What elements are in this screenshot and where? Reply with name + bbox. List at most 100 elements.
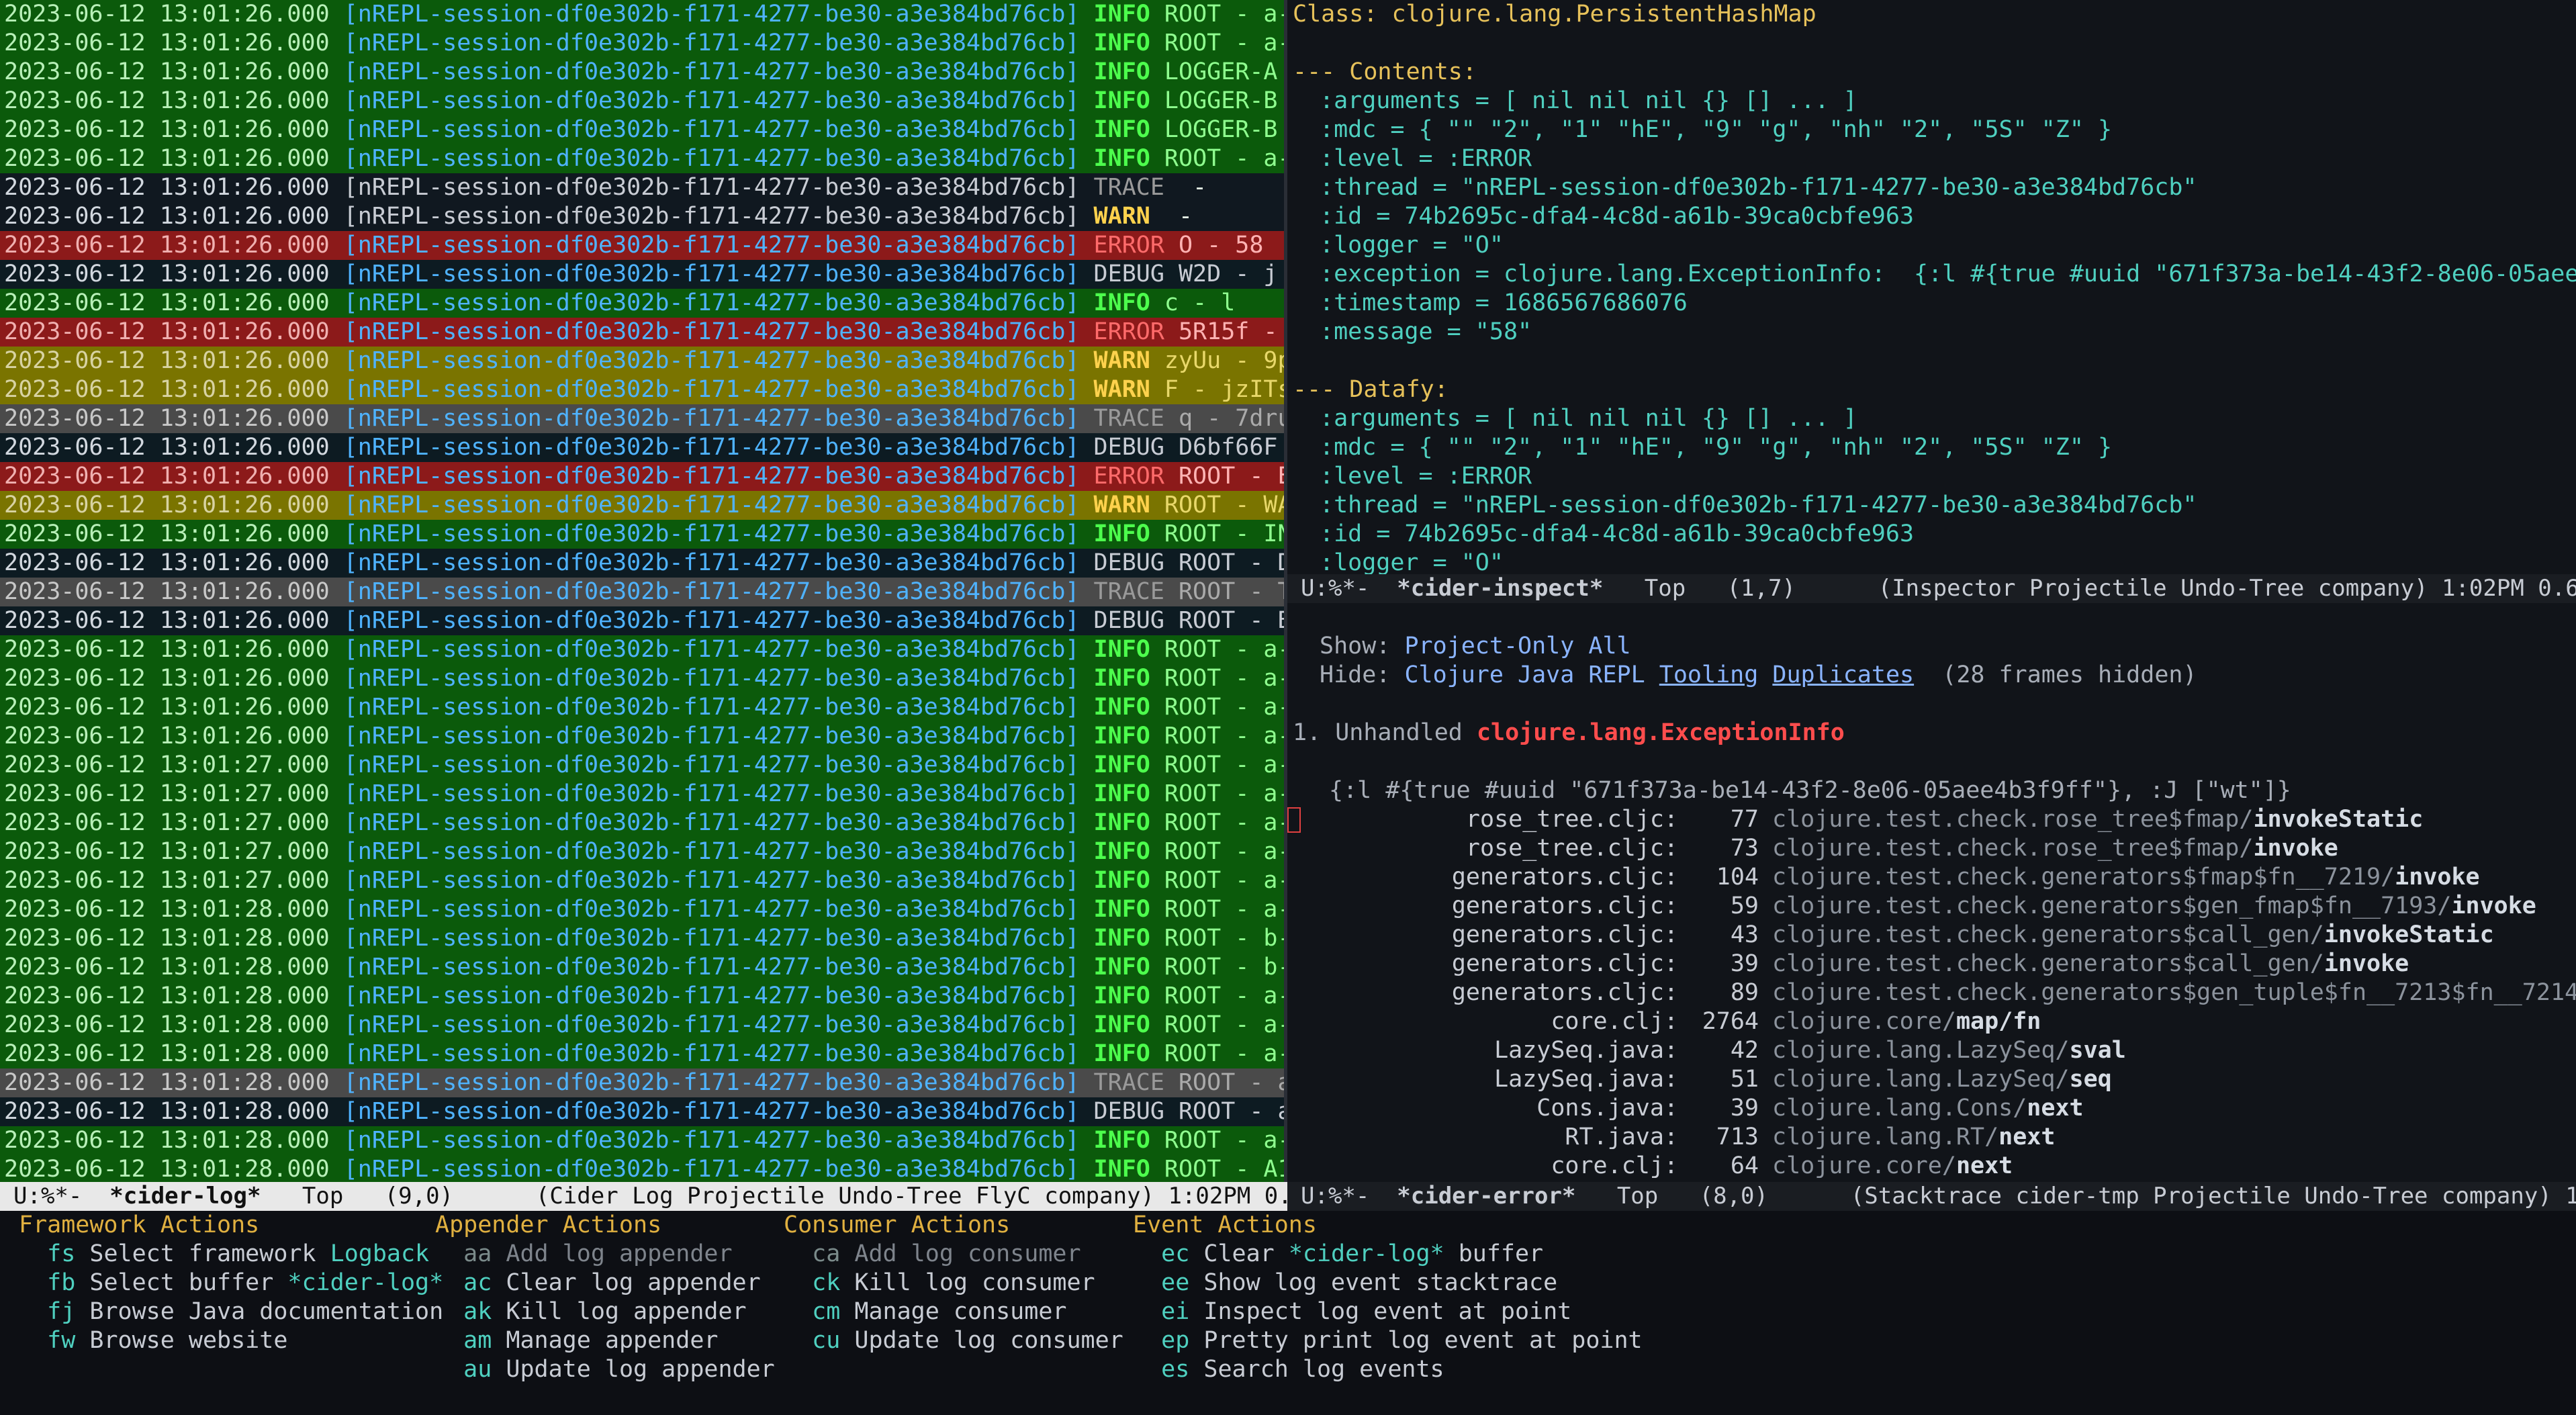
- log-row[interactable]: 2023-06-12 13:01:28.000 [nREPL-session-d…: [0, 1097, 1284, 1126]
- event-action-ei[interactable]: ei Inspect log event at point: [1133, 1297, 1643, 1326]
- log-row[interactable]: 2023-06-12 13:01:28.000 [nREPL-session-d…: [0, 982, 1284, 1011]
- contents-entry[interactable]: :id = 74b2695c-dfa4-4c8d-a61b-39ca0cbfe9…: [1287, 202, 2576, 231]
- stack-frame[interactable]: core.clj: 2764 clojure.core/map/fn: [1287, 1007, 2576, 1036]
- stack-frame[interactable]: generators.cljc: 39 clojure.test.check.gen…: [1287, 950, 2576, 978]
- datafy-entry[interactable]: :level = :ERROR: [1287, 462, 2576, 491]
- log-row[interactable]: 2023-06-12 13:01:26.000 [nREPL-session-d…: [0, 231, 1284, 260]
- stack-frame[interactable]: core.clj: 64 clojure.core/next: [1287, 1152, 2576, 1181]
- hide-tooling-button[interactable]: Tooling: [1659, 661, 1759, 688]
- stack-frame[interactable]: Cons.java: 39 clojure.lang.Cons/next: [1287, 1094, 2576, 1123]
- stack-frame[interactable]: rose_tree.cljc: 73 clojure.test.check.rose…: [1287, 834, 2576, 863]
- datafy-entry[interactable]: :mdc = { "" "2", "1" "hE", "9" "g", "nh"…: [1287, 433, 2576, 462]
- log-row[interactable]: 2023-06-12 13:01:26.000 [nREPL-session-d…: [0, 260, 1284, 289]
- appender-action-ak[interactable]: ak Kill log appender: [435, 1297, 775, 1326]
- log-row[interactable]: 2023-06-12 13:01:26.000 [nREPL-session-d…: [0, 462, 1284, 491]
- show-all-button[interactable]: All: [1588, 633, 1630, 659]
- log-row[interactable]: 2023-06-12 13:01:28.000 [nREPL-session-d…: [0, 895, 1284, 924]
- log-row[interactable]: 2023-06-12 13:01:26.000 [nREPL-session-d…: [0, 433, 1284, 462]
- log-row[interactable]: 2023-06-12 13:01:26.000 [nREPL-session-d…: [0, 144, 1284, 173]
- hide-java-button[interactable]: Java: [1518, 661, 1574, 688]
- hide-duplicates-button[interactable]: Duplicates: [1772, 661, 1914, 688]
- log-row[interactable]: 2023-06-12 13:01:26.000 [nREPL-session-d…: [0, 722, 1284, 751]
- modeline-buffer-name[interactable]: *cider-log*: [109, 1183, 261, 1209]
- contents-entry[interactable]: :logger = "O": [1287, 231, 2576, 260]
- log-row[interactable]: 2023-06-12 13:01:26.000 [nREPL-session-d…: [0, 29, 1284, 58]
- framework-action-fj[interactable]: fj Browse Java documentation: [19, 1297, 443, 1326]
- cider-error-pane[interactable]: Show: Project-Only All Hide: Clojure Jav…: [1287, 603, 2576, 1182]
- event-action-es[interactable]: es Search log events: [1133, 1355, 1643, 1384]
- log-row[interactable]: 2023-06-12 13:01:26.000 [nREPL-session-d…: [0, 664, 1284, 693]
- log-row[interactable]: 2023-06-12 13:01:26.000 [nREPL-session-d…: [0, 318, 1284, 347]
- contents-entry[interactable]: :timestamp = 1686567686076: [1287, 289, 2576, 318]
- log-row[interactable]: 2023-06-12 13:01:26.000 [nREPL-session-d…: [0, 0, 1284, 29]
- datafy-entry[interactable]: :thread = "nREPL-session-df0e302b-f171-4…: [1287, 491, 2576, 520]
- cider-inspect-pane[interactable]: Class: clojure.lang.PersistentHashMap --…: [1287, 0, 2576, 574]
- log-row[interactable]: 2023-06-12 13:01:28.000 [nREPL-session-d…: [0, 924, 1284, 953]
- log-row[interactable]: 2023-06-12 13:01:26.000 [nREPL-session-d…: [0, 347, 1284, 375]
- log-row[interactable]: 2023-06-12 13:01:26.000 [nREPL-session-d…: [0, 549, 1284, 578]
- log-row[interactable]: 2023-06-12 13:01:27.000 [nREPL-session-d…: [0, 809, 1284, 837]
- appender-action-aa[interactable]: aa Add log appender: [435, 1240, 775, 1269]
- datafy-entry[interactable]: :logger = "O": [1287, 549, 2576, 574]
- modeline-buffer-name[interactable]: *cider-error*: [1397, 1183, 1575, 1209]
- log-row[interactable]: 2023-06-12 13:01:26.000 [nREPL-session-d…: [0, 202, 1284, 231]
- consumer-action-ca[interactable]: ca Add log consumer: [784, 1240, 1123, 1269]
- log-row[interactable]: 2023-06-12 13:01:26.000 [nREPL-session-d…: [0, 58, 1284, 87]
- stack-frame[interactable]: rose_tree.cljc: 77 clojure.test.check.rose…: [1287, 805, 2576, 834]
- log-row[interactable]: 2023-06-12 13:01:26.000 [nREPL-session-d…: [0, 491, 1284, 520]
- log-row[interactable]: 2023-06-12 13:01:28.000 [nREPL-session-d…: [0, 1068, 1284, 1097]
- log-row[interactable]: 2023-06-12 13:01:26.000 [nREPL-session-d…: [0, 116, 1284, 144]
- stack-frame[interactable]: generators.cljc: 104 clojure.test.check.ge…: [1287, 863, 2576, 892]
- stack-frame[interactable]: generators.cljc: 59 clojure.test.check.gen…: [1287, 892, 2576, 921]
- stack-frame[interactable]: generators.cljc: 89 clojure.test.check.gen…: [1287, 978, 2576, 1007]
- stack-frame[interactable]: LazySeq.java: 42 clojure.lang.LazySeq/sval: [1287, 1036, 2576, 1065]
- log-row[interactable]: 2023-06-12 13:01:26.000 [nREPL-session-d…: [0, 578, 1284, 606]
- log-row[interactable]: 2023-06-12 13:01:28.000 [nREPL-session-d…: [0, 1040, 1284, 1068]
- log-row[interactable]: 2023-06-12 13:01:26.000 [nREPL-session-d…: [0, 693, 1284, 722]
- log-row[interactable]: 2023-06-12 13:01:28.000 [nREPL-session-d…: [0, 953, 1284, 982]
- log-row[interactable]: 2023-06-12 13:01:26.000 [nREPL-session-d…: [0, 635, 1284, 664]
- hide-clojure-button[interactable]: Clojure: [1404, 661, 1504, 688]
- modeline-buffer-name[interactable]: *cider-inspect*: [1397, 575, 1603, 602]
- framework-action-fw[interactable]: fw Browse website: [19, 1326, 443, 1355]
- log-row[interactable]: 2023-06-12 13:01:26.000 [nREPL-session-d…: [0, 173, 1284, 202]
- event-action-ec[interactable]: ec Clear *cider-log* buffer: [1133, 1240, 1643, 1269]
- show-project-only-button[interactable]: Project-Only: [1404, 633, 1574, 659]
- contents-entry[interactable]: :level = :ERROR: [1287, 144, 2576, 173]
- cider-log-pane[interactable]: 2023-06-12 13:01:26.000 [nREPL-session-d…: [0, 0, 1284, 1182]
- log-row[interactable]: 2023-06-12 13:01:26.000 [nREPL-session-d…: [0, 606, 1284, 635]
- log-row[interactable]: 2023-06-12 13:01:26.000 [nREPL-session-d…: [0, 87, 1284, 116]
- log-row[interactable]: 2023-06-12 13:01:28.000 [nREPL-session-d…: [0, 1011, 1284, 1040]
- stack-frame[interactable]: generators.cljc: 43 clojure.test.check.gen…: [1287, 921, 2576, 950]
- appender-action-am[interactable]: am Manage appender: [435, 1326, 775, 1355]
- stack-frame[interactable]: RT.java: 713 clojure.lang.RT/next: [1287, 1123, 2576, 1152]
- framework-action-fb[interactable]: fb Select buffer *cider-log*: [19, 1269, 443, 1297]
- log-row[interactable]: 2023-06-12 13:01:28.000 [nREPL-session-d…: [0, 1155, 1284, 1182]
- datafy-entry[interactable]: :arguments = [ nil nil nil {} [] ... ]: [1287, 404, 2576, 433]
- hide-repl-button[interactable]: REPL: [1588, 661, 1645, 688]
- contents-entry[interactable]: :thread = "nREPL-session-df0e302b-f171-4…: [1287, 173, 2576, 202]
- stack-frame[interactable]: LazySeq.java: 51 clojure.lang.LazySeq/seq: [1287, 1065, 2576, 1094]
- log-row[interactable]: 2023-06-12 13:01:26.000 [nREPL-session-d…: [0, 289, 1284, 318]
- echo-area[interactable]: [0, 1387, 2576, 1415]
- log-row[interactable]: 2023-06-12 13:01:27.000 [nREPL-session-d…: [0, 751, 1284, 780]
- datafy-entry[interactable]: :id = 74b2695c-dfa4-4c8d-a61b-39ca0cbfe9…: [1287, 520, 2576, 549]
- contents-entry[interactable]: :arguments = [ nil nil nil {} [] ... ]: [1287, 87, 2576, 116]
- event-action-ee[interactable]: ee Show log event stacktrace: [1133, 1269, 1643, 1297]
- contents-entry[interactable]: :mdc = { "" "2", "1" "hE", "9" "g", "nh"…: [1287, 116, 2576, 144]
- framework-action-fs[interactable]: fs Select framework Logback: [19, 1240, 443, 1269]
- log-row[interactable]: 2023-06-12 13:01:26.000 [nREPL-session-d…: [0, 404, 1284, 433]
- consumer-action-cu[interactable]: cu Update log consumer: [784, 1326, 1123, 1355]
- log-row[interactable]: 2023-06-12 13:01:26.000 [nREPL-session-d…: [0, 375, 1284, 404]
- log-row[interactable]: 2023-06-12 13:01:27.000 [nREPL-session-d…: [0, 837, 1284, 866]
- appender-action-au[interactable]: au Update log appender: [435, 1355, 775, 1384]
- appender-action-ac[interactable]: ac Clear log appender: [435, 1269, 775, 1297]
- cause-class[interactable]: clojure.lang.ExceptionInfo: [1477, 719, 1845, 746]
- log-row[interactable]: 2023-06-12 13:01:28.000 [nREPL-session-d…: [0, 1126, 1284, 1155]
- contents-entry[interactable]: :exception = clojure.lang.ExceptionInfo:…: [1287, 260, 2576, 289]
- consumer-action-cm[interactable]: cm Manage consumer: [784, 1297, 1123, 1326]
- log-row[interactable]: 2023-06-12 13:01:26.000 [nREPL-session-d…: [0, 520, 1284, 549]
- consumer-action-ck[interactable]: ck Kill log consumer: [784, 1269, 1123, 1297]
- log-row[interactable]: 2023-06-12 13:01:27.000 [nREPL-session-d…: [0, 780, 1284, 809]
- event-action-ep[interactable]: ep Pretty print log event at point: [1133, 1326, 1642, 1355]
